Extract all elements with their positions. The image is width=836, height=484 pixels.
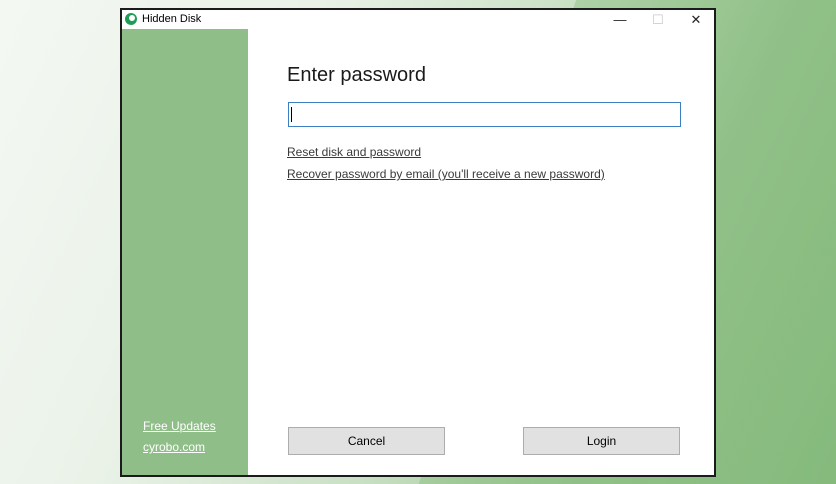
maximize-button[interactable]: ☐ <box>639 10 677 29</box>
text-caret <box>291 107 292 122</box>
website-link[interactable]: cyrobo.com <box>143 440 205 454</box>
title-bar[interactable]: Hidden Disk — ☐ ✕ <box>122 10 714 29</box>
cancel-button[interactable]: Cancel <box>288 427 445 455</box>
free-updates-link[interactable]: Free Updates <box>143 419 216 433</box>
hidden-disk-app-icon <box>125 13 137 25</box>
sidebar: Free Updates cyrobo.com <box>122 29 248 475</box>
reset-disk-link[interactable]: Reset disk and password <box>287 145 421 159</box>
app-window: Hidden Disk — ☐ ✕ Free Updates cyrobo.co… <box>120 8 716 477</box>
password-input[interactable] <box>288 102 681 127</box>
minimize-button[interactable]: — <box>601 10 639 29</box>
recover-password-link[interactable]: Recover password by email (you'll receiv… <box>287 167 605 181</box>
window-title: Hidden Disk <box>142 13 202 25</box>
close-button[interactable]: ✕ <box>677 10 715 29</box>
page-title: Enter password <box>287 64 426 86</box>
main-panel: Enter password Reset disk and password R… <box>248 29 714 475</box>
login-button[interactable]: Login <box>523 427 680 455</box>
